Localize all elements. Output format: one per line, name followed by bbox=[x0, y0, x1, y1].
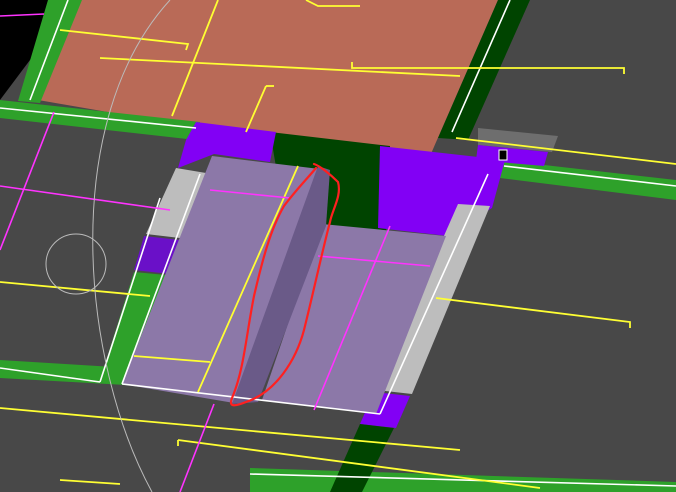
scene-canvas[interactable] bbox=[0, 0, 676, 492]
cursor-icon bbox=[498, 149, 508, 161]
3d-viewport[interactable] bbox=[0, 0, 676, 492]
